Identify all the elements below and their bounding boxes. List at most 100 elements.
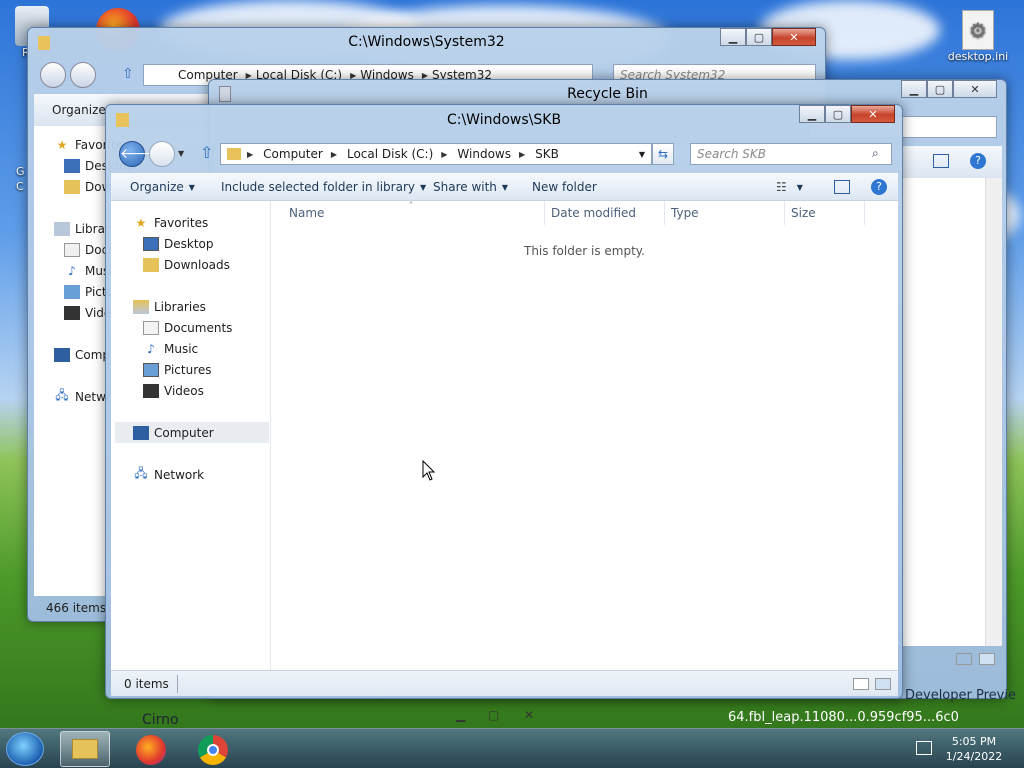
desktop-icon xyxy=(143,236,159,251)
chevron-down-icon: ▼ xyxy=(188,182,195,192)
recycle-bin-icon xyxy=(219,86,231,102)
up-arrow-icon[interactable]: ⇧ xyxy=(200,143,213,162)
nav-label: Downloads xyxy=(164,257,230,272)
star-icon: ★ xyxy=(56,137,68,152)
details-view-icon[interactable] xyxy=(956,653,972,665)
maximize-button[interactable]: ▢ xyxy=(746,28,772,46)
organize-button[interactable]: Organize ▼ xyxy=(130,173,195,201)
clock[interactable]: 5:05 PM 1/24/2022 xyxy=(944,734,1004,764)
network-tray-icon[interactable] xyxy=(916,741,932,755)
address-bar[interactable]: ▶ Computer ▶ Local Disk (C:) ▶ Windows ▶ SK… xyxy=(220,143,652,165)
background-window-cirno[interactable]: Cirno ▁ ▢ ✕ xyxy=(130,706,560,728)
help-icon[interactable]: ? xyxy=(970,153,986,169)
new-folder-button[interactable]: New folder xyxy=(532,173,597,201)
nav-favorites[interactable]: ★ Favorites xyxy=(133,212,209,233)
search-input[interactable]: Search SKB xyxy=(690,143,892,165)
firefox-icon[interactable] xyxy=(136,735,166,765)
share-with-button[interactable]: Share with ▼ xyxy=(433,173,508,201)
breadcrumb-separator-icon: ▶ xyxy=(441,149,448,159)
close-button[interactable]: ✕ xyxy=(524,708,534,722)
status-divider xyxy=(177,675,178,693)
vertical-scrollbar[interactable] xyxy=(985,178,1002,646)
breadcrumb-windows[interactable]: Windows xyxy=(453,147,519,161)
change-view-button[interactable]: ☷ ▼ xyxy=(776,173,803,201)
breadcrumb-computer[interactable]: Computer xyxy=(259,147,331,161)
downloads-folder-icon xyxy=(64,179,80,194)
breadcrumb-skb[interactable]: SKB xyxy=(531,147,567,161)
chrome-center-dot xyxy=(207,744,219,756)
search-icon: ⌕ xyxy=(872,146,879,160)
network-icon: 🖧 xyxy=(134,466,148,480)
tiles-view-icon[interactable] xyxy=(979,653,995,665)
desktop-icon-desktop-ini[interactable]: ⚙ desktop.ini xyxy=(942,10,1014,63)
window-title: C:\Windows\SKB xyxy=(446,112,562,128)
close-button[interactable]: ✕ xyxy=(772,28,816,46)
new-folder-label: New folder xyxy=(532,180,597,194)
column-header-type[interactable]: Type xyxy=(665,201,785,225)
status-text: 466 items xyxy=(46,601,107,615)
maximize-button[interactable]: ▢ xyxy=(927,80,953,98)
include-label: Include selected folder in library xyxy=(221,180,415,194)
nav-network[interactable]: 🖧 Network xyxy=(133,464,204,485)
close-button[interactable]: ✕ xyxy=(953,80,997,98)
background-text-build: 64.fbl_leap.11080...0.959cf95...6c0 xyxy=(728,710,959,725)
window-skb[interactable]: C:\Windows\SKB ▁ ▢ ✕ 🡐 ▼ ⇧ ▶ Computer ▶ L… xyxy=(105,104,903,699)
address-dropdown-icon[interactable]: ▼ xyxy=(639,150,645,159)
breadcrumb-local-disk[interactable]: Local Disk (C:) xyxy=(343,147,441,161)
command-bar: Organize ▼ Include selected folder in lib… xyxy=(111,173,898,201)
minimize-button[interactable]: ▁ xyxy=(456,708,465,722)
start-button[interactable] xyxy=(6,732,44,766)
preview-pane-icon[interactable] xyxy=(933,154,949,168)
nav-videos[interactable]: Videos xyxy=(143,380,204,401)
minimize-button[interactable]: ▁ xyxy=(720,28,746,46)
taskbar-explorer-button[interactable] xyxy=(60,731,110,767)
forward-button[interactable] xyxy=(70,62,96,88)
maximize-button[interactable]: ▢ xyxy=(825,105,851,123)
large-icons-view-icon[interactable] xyxy=(875,678,891,690)
recent-pages-dropdown-icon[interactable]: ▼ xyxy=(178,149,184,158)
include-in-library-button[interactable]: Include selected folder in library ▼ xyxy=(221,173,426,201)
forward-button[interactable] xyxy=(149,141,175,167)
column-header-date-modified[interactable]: Date modified xyxy=(545,201,665,225)
minimize-button[interactable]: ▁ xyxy=(901,80,927,98)
videos-icon xyxy=(64,305,80,320)
preview-pane-icon[interactable] xyxy=(834,180,850,194)
nav-pictures[interactable]: Pictures xyxy=(143,359,212,380)
libraries-icon xyxy=(133,299,149,314)
organize-button[interactable]: Organize xyxy=(52,103,106,117)
column-header-size[interactable]: Size xyxy=(785,201,865,225)
network-icon: 🖧 xyxy=(55,388,69,402)
item-count: 0 items xyxy=(124,677,169,691)
pictures-icon xyxy=(143,362,159,377)
nav-downloads[interactable]: Downloads xyxy=(143,254,230,275)
organize-label: Organize xyxy=(130,180,184,194)
caption-buttons: ▁ ▢ ✕ xyxy=(901,80,997,98)
nav-libraries[interactable]: Libraries xyxy=(133,296,206,317)
nav-desktop[interactable]: Desktop xyxy=(143,233,214,254)
folder-icon xyxy=(227,148,241,160)
chrome-icon[interactable] xyxy=(198,735,228,765)
music-icon: ♪ xyxy=(147,341,155,356)
window-title: Recycle Bin xyxy=(567,86,648,102)
nav-music[interactable]: ♪ Music xyxy=(143,338,198,359)
refresh-button[interactable]: ⇆ xyxy=(652,143,674,165)
explorer-folder-icon xyxy=(72,739,98,759)
up-arrow-icon[interactable]: ⇧ xyxy=(122,66,134,82)
maximize-button[interactable]: ▢ xyxy=(488,708,499,722)
file-list: Name ˄ Date modified Type Size This fold… xyxy=(271,201,898,670)
desktop-left-label-g: G xyxy=(16,165,25,178)
desktop-icon-label: desktop.ini xyxy=(947,50,1009,63)
breadcrumb-separator-icon: ▶ xyxy=(519,149,526,159)
status-bar: 0 items xyxy=(111,670,898,696)
nav-documents[interactable]: Documents xyxy=(143,317,232,338)
star-icon: ★ xyxy=(135,215,147,230)
back-button[interactable]: 🡐 xyxy=(119,141,158,167)
column-header-name[interactable]: Name xyxy=(283,201,545,225)
nav-computer[interactable]: Computer xyxy=(115,422,269,443)
videos-icon xyxy=(143,383,159,398)
back-button[interactable] xyxy=(40,62,66,88)
help-icon[interactable]: ? xyxy=(871,179,887,195)
minimize-button[interactable]: ▁ xyxy=(799,105,825,123)
close-button[interactable]: ✕ xyxy=(851,105,895,123)
details-view-icon[interactable] xyxy=(853,678,869,690)
